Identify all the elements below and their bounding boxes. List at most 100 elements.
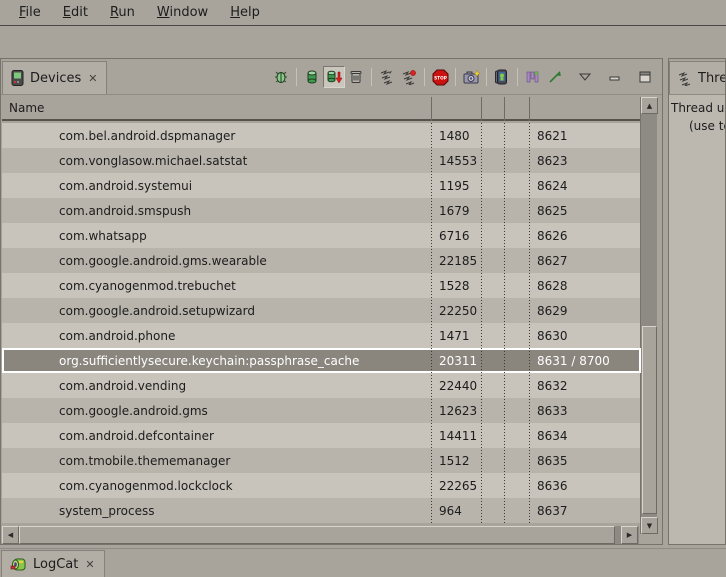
tab-threads[interactable]: Threads xyxy=(669,61,726,94)
scroll-left-icon[interactable]: ◀ xyxy=(2,526,19,544)
column-gridline xyxy=(504,123,505,523)
column-divider[interactable] xyxy=(529,97,530,121)
process-pid: 1480 xyxy=(439,129,470,143)
column-divider[interactable] xyxy=(431,97,432,121)
process-port: 8624 xyxy=(537,179,568,193)
tab-devices[interactable]: Devices ✕ xyxy=(2,61,107,94)
dump-hprof-icon[interactable] xyxy=(323,66,345,88)
process-name: com.bel.android.dspmanager xyxy=(59,129,235,143)
scroll-up-icon[interactable]: ▲ xyxy=(641,97,658,114)
process-port: 8632 xyxy=(537,379,568,393)
column-divider[interactable] xyxy=(481,97,482,121)
menu-run[interactable]: Run xyxy=(99,2,146,23)
process-name: com.android.phone xyxy=(59,329,175,343)
logcat-icon xyxy=(10,557,27,572)
column-gridline xyxy=(481,123,482,523)
process-name: com.android.defcontainer xyxy=(59,429,214,443)
start-method-profiling-icon[interactable] xyxy=(522,66,544,88)
process-name: org.sufficientlysecure.keychain:passphra… xyxy=(59,354,359,368)
process-port: 8626 xyxy=(537,229,568,243)
tab-logcat-label: LogCat xyxy=(33,557,78,572)
column-divider[interactable] xyxy=(504,97,505,121)
debug-process-icon[interactable] xyxy=(270,66,292,88)
process-pid: 14411 xyxy=(439,429,477,443)
process-port: 8634 xyxy=(537,429,568,443)
stop-process-icon[interactable]: STOP xyxy=(429,66,451,88)
tab-logcat[interactable]: LogCat ✕ xyxy=(1,550,105,577)
threads-view: Threads Thread updates not enabled for s… xyxy=(668,58,726,545)
table-row[interactable]: com.android.phone 1471 8630 xyxy=(2,323,641,348)
vertical-scrollbar[interactable]: ▲ ▼ xyxy=(640,97,657,534)
table-row[interactable]: com.google.android.gms.wearable 22185 86… xyxy=(2,248,641,273)
process-table: com.bel.android.dspmanager 1480 8621 com… xyxy=(2,123,641,523)
process-pid: 14553 xyxy=(439,154,477,168)
screen-capture-icon[interactable] xyxy=(460,66,482,88)
update-threads-icon[interactable] xyxy=(376,66,398,88)
maximize-icon[interactable] xyxy=(634,66,656,88)
horizontal-scrollbar-thumb[interactable] xyxy=(19,526,615,544)
toolbar-separator xyxy=(371,68,372,86)
process-port: 8628 xyxy=(537,279,568,293)
tracking-arrow-icon[interactable] xyxy=(544,66,566,88)
toolbar-separator xyxy=(296,68,297,86)
table-row[interactable]: com.google.android.gms 12623 8633 xyxy=(2,398,641,423)
process-pid: 1528 xyxy=(439,279,470,293)
process-name: com.google.android.gms xyxy=(59,404,208,418)
process-pid: 1471 xyxy=(439,329,470,343)
menu-help[interactable]: Help xyxy=(219,2,271,23)
menu-window[interactable]: Window xyxy=(146,2,219,23)
process-name: com.google.android.setupwizard xyxy=(59,304,255,318)
close-icon[interactable]: ✕ xyxy=(87,72,98,85)
table-row[interactable]: com.google.android.setupwizard 22250 862… xyxy=(2,298,641,323)
tab-devices-label: Devices xyxy=(30,71,81,86)
scroll-right-icon[interactable]: ▶ xyxy=(621,526,638,544)
table-row[interactable]: com.android.systemui 1195 8624 xyxy=(2,173,641,198)
process-pid: 22265 xyxy=(439,479,477,493)
menu-bar: File Edit Run Window Help xyxy=(0,0,726,26)
tab-threads-label: Threads xyxy=(698,71,726,86)
vertical-scrollbar-thumb[interactable] xyxy=(642,326,657,514)
process-name: com.whatsapp xyxy=(59,229,147,243)
toolbar-separator xyxy=(517,68,518,86)
menu-file[interactable]: File xyxy=(8,2,52,23)
process-name: com.tmobile.thememanager xyxy=(59,454,230,468)
table-row[interactable]: com.cyanogenmod.lockclock 22265 8636 xyxy=(2,473,641,498)
close-icon[interactable]: ✕ xyxy=(84,558,95,571)
table-row[interactable]: com.whatsapp 6716 8626 xyxy=(2,223,641,248)
view-menu-icon[interactable] xyxy=(574,66,596,88)
table-row[interactable]: com.bel.android.dspmanager 1480 8621 xyxy=(2,123,641,148)
table-row[interactable]: com.android.defcontainer 14411 8634 xyxy=(2,423,641,448)
process-name: system_process xyxy=(59,504,155,518)
devices-view: Devices ✕ xyxy=(0,58,663,545)
table-row[interactable]: system_process 964 8637 xyxy=(2,498,641,523)
process-pid: 1679 xyxy=(439,204,470,218)
toolbar-separator xyxy=(486,68,487,86)
process-name: com.android.systemui xyxy=(59,179,192,193)
table-row[interactable]: com.vonglasow.michael.satstat 14553 8623 xyxy=(2,148,641,173)
scroll-down-icon[interactable]: ▼ xyxy=(641,517,658,534)
logcat-bar: LogCat ✕ xyxy=(0,548,726,577)
process-name: com.android.vending xyxy=(59,379,186,393)
table-row[interactable]: com.cyanogenmod.trebuchet 1528 8628 xyxy=(2,273,641,298)
menu-edit[interactable]: Edit xyxy=(52,2,99,23)
process-port: 8627 xyxy=(537,254,568,268)
process-port: 8636 xyxy=(537,479,568,493)
process-port: 8630 xyxy=(537,329,568,343)
horizontal-scrollbar[interactable]: ◀ ▶ xyxy=(2,526,639,544)
toolbar-separator xyxy=(455,68,456,86)
update-heap-icon[interactable] xyxy=(301,66,323,88)
table-row[interactable]: com.android.vending 22440 8632 xyxy=(2,373,641,398)
table-row[interactable]: com.tmobile.thememanager 1512 8635 xyxy=(2,448,641,473)
threads-icon xyxy=(677,70,693,86)
column-header-name[interactable]: Name xyxy=(9,101,44,115)
table-row[interactable]: org.sufficientlysecure.keychain:passphra… xyxy=(2,348,641,373)
process-name: com.cyanogenmod.trebuchet xyxy=(59,279,236,293)
table-row[interactable]: com.android.smspush 1679 8625 xyxy=(2,198,641,223)
table-header[interactable]: Name xyxy=(2,97,640,121)
dump-threads-icon[interactable] xyxy=(398,66,420,88)
svg-text:STOP: STOP xyxy=(434,75,447,81)
dump-view-hierarchy-icon[interactable] xyxy=(491,66,513,88)
cause-gc-icon[interactable] xyxy=(345,66,367,88)
process-pid: 1195 xyxy=(439,179,470,193)
minimize-icon[interactable] xyxy=(604,66,626,88)
